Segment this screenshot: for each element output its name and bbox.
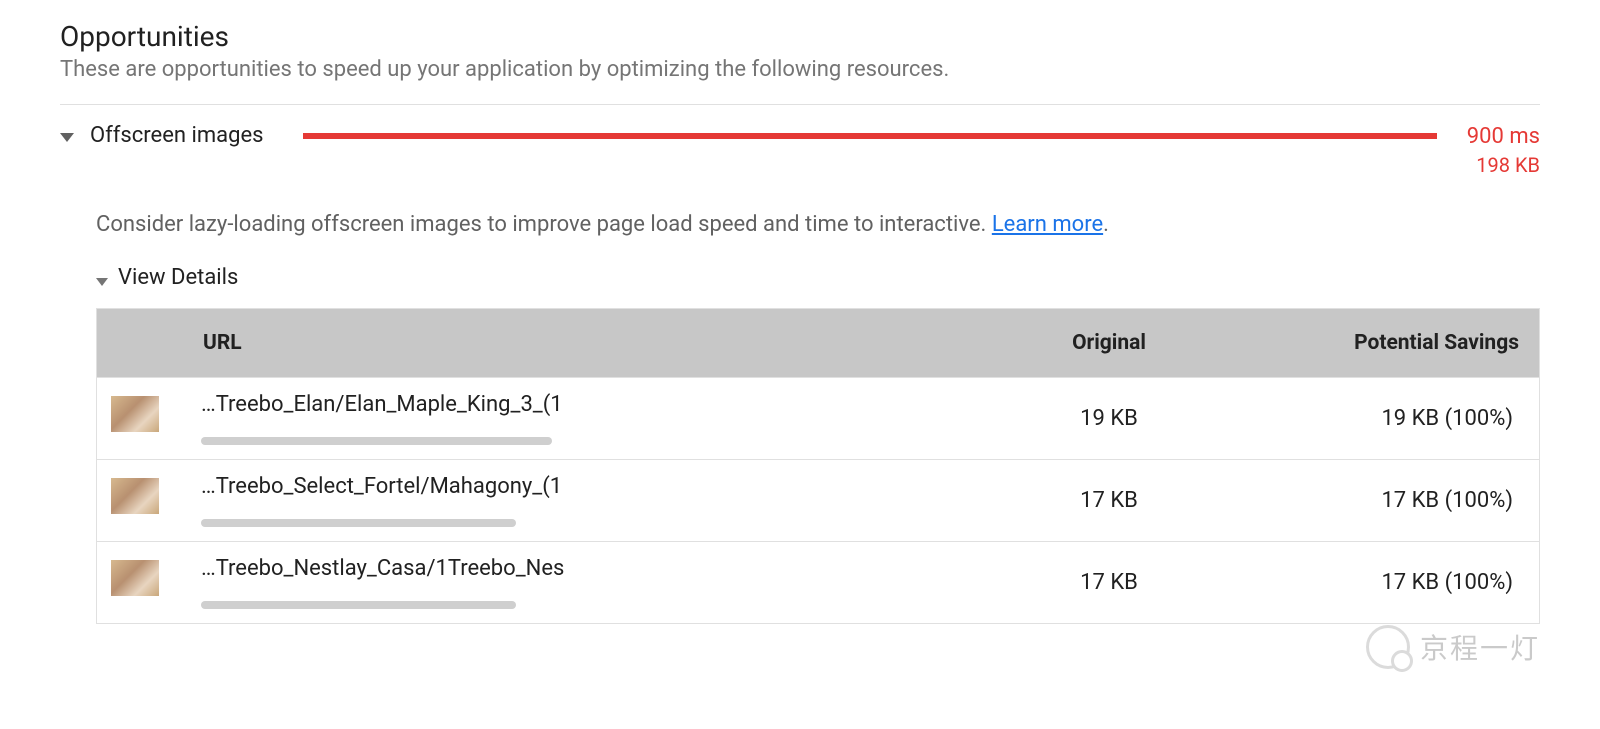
original-size: 17 KB (979, 488, 1239, 513)
opportunity-time: 900 ms (1467, 123, 1540, 152)
col-header-original: Original (979, 309, 1239, 377)
opportunity-impact-bar (303, 133, 1436, 139)
resource-url[interactable]: …Treebo_Select_Fortel/Mahagony_(1 (201, 474, 651, 499)
table-header-row: URL Original Potential Savings (97, 309, 1539, 377)
opportunity-description: Consider lazy-loading offscreen images t… (96, 212, 1540, 237)
view-details-toggle[interactable]: View Details (96, 265, 1540, 290)
view-details-label: View Details (118, 265, 238, 290)
learn-more-link[interactable]: Learn more (992, 212, 1103, 237)
col-header-savings: Potential Savings (1239, 309, 1539, 377)
chevron-down-icon (60, 133, 74, 142)
watermark: 京程一灯 (1366, 625, 1540, 669)
chevron-down-icon (96, 278, 108, 286)
watermark-text: 京程一灯 (1420, 627, 1540, 667)
section-divider (60, 104, 1540, 105)
resource-size-bar (201, 519, 516, 527)
resource-size-bar (201, 437, 552, 445)
opportunity-body: Consider lazy-loading offscreen images t… (96, 212, 1540, 624)
col-header-url: URL (97, 309, 979, 377)
opportunities-subtitle: These are opportunities to speed up your… (60, 57, 1540, 82)
opportunity-row[interactable]: Offscreen images 900 ms 198 KB (60, 123, 1540, 178)
description-suffix: . (1103, 212, 1109, 237)
opportunity-size: 198 KB (1467, 152, 1540, 178)
opportunities-heading: Opportunities (60, 20, 1540, 53)
opportunity-metrics: 900 ms 198 KB (1467, 123, 1540, 178)
image-thumbnail (111, 478, 159, 514)
description-text: Consider lazy-loading offscreen images t… (96, 212, 992, 237)
table-row: …Treebo_Nestlay_Casa/1Treebo_Nes 17 KB 1… (97, 541, 1539, 623)
resource-url[interactable]: …Treebo_Elan/Elan_Maple_King_3_(1 (201, 392, 651, 417)
opportunity-bar-wrap: 900 ms 198 KB (303, 123, 1540, 178)
image-thumbnail (111, 560, 159, 596)
potential-savings: 19 KB (100%) (1239, 406, 1539, 431)
resource-url[interactable]: …Treebo_Nestlay_Casa/1Treebo_Nes (201, 556, 651, 581)
potential-savings: 17 KB (100%) (1239, 488, 1539, 513)
original-size: 19 KB (979, 406, 1239, 431)
table-row: …Treebo_Select_Fortel/Mahagony_(1 17 KB … (97, 459, 1539, 541)
table-row: …Treebo_Elan/Elan_Maple_King_3_(1 19 KB … (97, 377, 1539, 459)
original-size: 17 KB (979, 570, 1239, 595)
watermark-icon (1366, 625, 1410, 669)
image-thumbnail (111, 396, 159, 432)
opportunity-title: Offscreen images (90, 123, 263, 148)
potential-savings: 17 KB (100%) (1239, 570, 1539, 595)
resource-size-bar (201, 601, 516, 609)
details-table: URL Original Potential Savings …Treebo_E… (96, 308, 1540, 624)
